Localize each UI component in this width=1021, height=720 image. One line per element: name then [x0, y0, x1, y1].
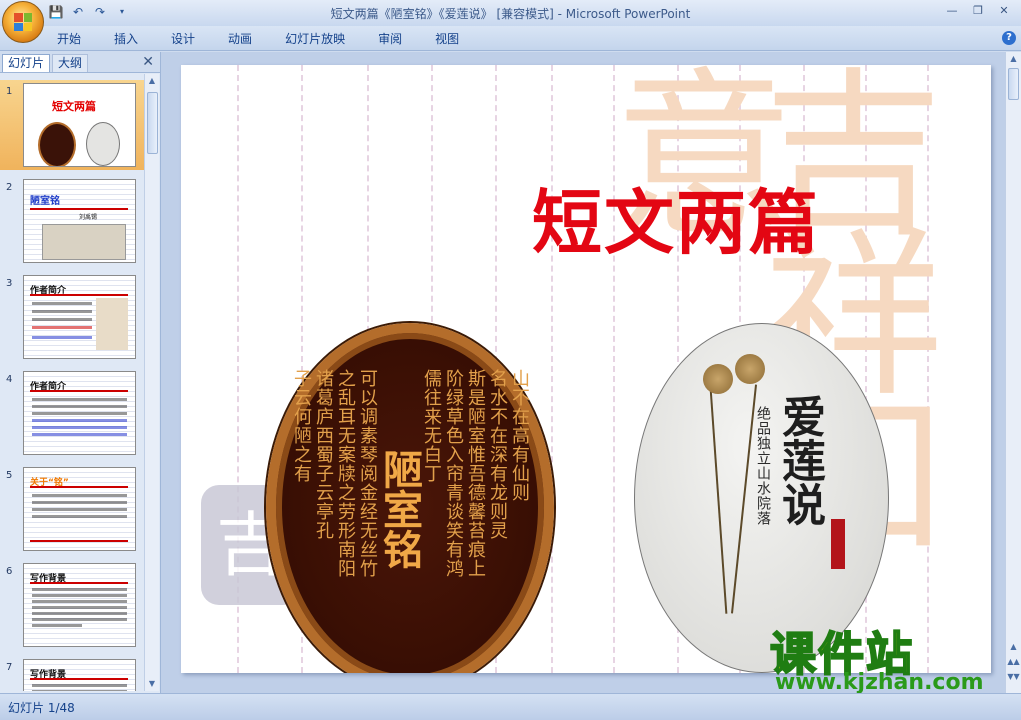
- slide-number: 7: [6, 662, 13, 673]
- plaque-column: 阶绿草色入帘青谈笑有鸿: [443, 369, 464, 578]
- slide-thumbnail[interactable]: 5 关于“铭”: [0, 464, 144, 554]
- slide-number: 1: [6, 86, 13, 97]
- red-seal-icon: [831, 519, 845, 569]
- slide-thumbnail[interactable]: 6 写作背景: [0, 560, 144, 650]
- plaque-column: 之乱耳无案牍之劳形南阳: [335, 369, 356, 578]
- site-url: www.kjzhan.com: [775, 670, 984, 695]
- window-controls: — ❐ ✕: [939, 2, 1017, 20]
- slide-preview: 陋室铭 刘禹锡: [23, 179, 136, 263]
- pane-tabs: 幻灯片 大纲 ✕: [0, 52, 160, 73]
- thumb-plaque: [38, 122, 76, 166]
- thumb-subtitle: 刘禹锡: [79, 214, 98, 221]
- slides-pane: 幻灯片 大纲 ✕ 1 短文两篇 2 陋室铭 刘禹锡 3 作者简介 4 作者简介 …: [0, 52, 161, 693]
- slide-preview: 作者简介: [23, 371, 136, 455]
- plaque-column: 可以调素琴阅金经无丝竹: [357, 369, 378, 578]
- slide-number: 2: [6, 182, 13, 193]
- window-title: 短文两篇《陋室铭》《爱莲说》 [兼容模式] - Microsoft PowerP…: [330, 7, 691, 21]
- plaque-column: 诸葛庐西蜀子云亭孔: [313, 369, 334, 540]
- plaque-column: 斯是陋室惟吾德馨苔痕上: [465, 369, 486, 578]
- scroll-up-icon[interactable]: ▲: [1006, 642, 1021, 651]
- current-slide[interactable]: 吉祥如意 短文两篇 吉 山不在高有仙则 名水不在深有龙则灵 斯是陋室惟吾德馨苔痕…: [181, 65, 991, 673]
- scroll-thumb[interactable]: [1008, 68, 1019, 100]
- status-bar: 幻灯片 1/48: [0, 693, 1021, 720]
- plaque-text: 山不在高有仙则 名水不在深有龙则灵 斯是陋室惟吾德馨苔痕上 阶绿草色入帘青谈笑有…: [291, 369, 530, 649]
- ribbon-tabs: 开始 插入 设计 动画 幻灯片放映 审阅 视图: [45, 30, 480, 47]
- tab-slides[interactable]: 幻灯片: [2, 54, 51, 72]
- lotus-caption: 绝品独立山水院落: [755, 406, 771, 526]
- ribbon: 开始 插入 设计 动画 幻灯片放映 审阅 视图 ?: [0, 26, 1021, 51]
- slide-preview: 短文两篇: [23, 83, 136, 167]
- previous-slide-icon[interactable]: ▲▲: [1006, 657, 1021, 666]
- tab-animation[interactable]: 动画: [216, 30, 264, 47]
- slide-scrollbar[interactable]: ▲ ▲ ▲▲ ▼▼: [1005, 52, 1021, 693]
- slide-preview: 关于“铭”: [23, 467, 136, 551]
- scroll-up-icon[interactable]: ▲: [1006, 54, 1021, 63]
- tab-view[interactable]: 视图: [423, 30, 471, 47]
- scroll-up-icon[interactable]: ▲: [145, 74, 159, 88]
- slide-number: 6: [6, 566, 13, 577]
- slide-number: 4: [6, 374, 13, 385]
- plaque-image[interactable]: 山不在高有仙则 名水不在深有龙则灵 斯是陋室惟吾德馨苔痕上 阶绿草色入帘青谈笑有…: [266, 323, 554, 673]
- close-icon[interactable]: ✕: [991, 2, 1017, 20]
- slide-preview: 写作背景: [23, 563, 136, 647]
- tab-review[interactable]: 审阅: [366, 30, 414, 47]
- lotus-pod-icon: [735, 354, 765, 384]
- tab-insert[interactable]: 插入: [102, 30, 150, 47]
- restore-icon[interactable]: ❐: [965, 2, 991, 20]
- slide-canvas: 吉祥如意 短文两篇 吉 山不在高有仙则 名水不在深有龙则灵 斯是陋室惟吾德馨苔痕…: [161, 52, 1006, 693]
- slide-preview: 写作背景: [23, 659, 136, 691]
- thumb-title: 陋室铭: [30, 196, 60, 207]
- slide-thumbnail[interactable]: 3 作者简介: [0, 272, 144, 362]
- tab-slideshow[interactable]: 幻灯片放映: [273, 30, 357, 47]
- tab-design[interactable]: 设计: [159, 30, 207, 47]
- plaque-column: 山不在高有仙则: [509, 369, 530, 502]
- tab-home[interactable]: 开始: [45, 30, 93, 47]
- scroll-thumb[interactable]: [147, 92, 158, 154]
- slide-thumbnail[interactable]: 2 陋室铭 刘禹锡: [0, 176, 144, 266]
- title-bar: 💾 ↶ ↷ ▾ 短文两篇《陋室铭》《爱莲说》 [兼容模式] - Microsof…: [0, 0, 1021, 26]
- thumb-title: 短文两篇: [52, 100, 96, 113]
- office-logo-icon: [14, 13, 32, 31]
- close-pane-icon[interactable]: ✕: [142, 54, 154, 70]
- slide-number: 3: [6, 278, 13, 289]
- slide-title[interactable]: 短文两篇: [181, 167, 991, 268]
- lotus-title: 爱莲说: [774, 394, 825, 526]
- slide-thumbnail[interactable]: 1 短文两篇: [0, 80, 144, 170]
- thumbnail-scrollbar[interactable]: ▲ ▼: [144, 74, 159, 691]
- plaque-column: 子云何陋之有: [291, 369, 312, 483]
- slide-thumbnail[interactable]: 4 作者简介: [0, 368, 144, 458]
- thumb-image: [42, 224, 126, 260]
- thumb-lotus: [86, 122, 120, 166]
- office-button[interactable]: [2, 1, 44, 43]
- plaque-column: 名水不在深有龙则灵: [487, 369, 508, 540]
- lotus-pod-icon: [703, 364, 733, 394]
- thumb-portrait: [96, 298, 128, 350]
- slide-counter: 幻灯片 1/48: [8, 701, 75, 715]
- slide-preview: 作者简介: [23, 275, 136, 359]
- scroll-down-icon[interactable]: ▼: [145, 677, 159, 691]
- slide-thumbnail[interactable]: 7 写作背景: [0, 656, 144, 691]
- next-slide-icon[interactable]: ▼▼: [1006, 672, 1021, 681]
- tab-outline[interactable]: 大纲: [52, 54, 89, 72]
- slide-number: 5: [6, 470, 13, 481]
- minimize-icon[interactable]: —: [939, 2, 965, 20]
- thumbnail-list: 1 短文两篇 2 陋室铭 刘禹锡 3 作者简介 4 作者简介 5 关于“铭” 6…: [0, 74, 144, 691]
- plaque-title: 陋室铭: [376, 449, 423, 569]
- plaque-column: 儒往来无白丁: [421, 369, 442, 483]
- help-icon[interactable]: ?: [1002, 31, 1016, 45]
